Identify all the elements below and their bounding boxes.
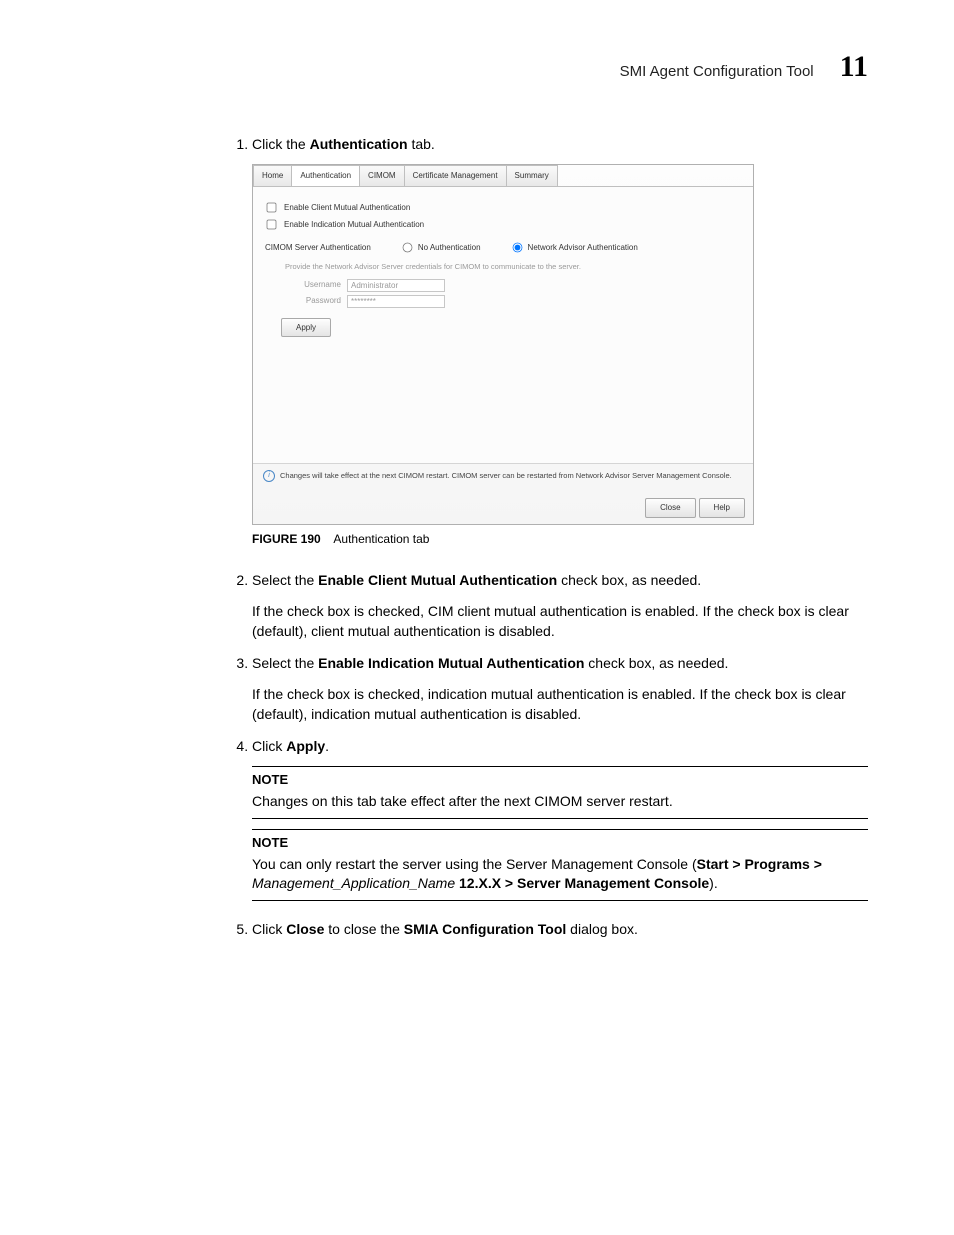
tab-cert-management[interactable]: Certificate Management (404, 165, 507, 186)
apply-button[interactable]: Apply (281, 318, 331, 338)
note-2-body: You can only restart the server using th… (252, 855, 868, 894)
note2-d: 12.X.X > Server Management Console (455, 875, 709, 891)
header-page-number: 11 (840, 50, 868, 84)
step5-pre: Click (252, 921, 286, 937)
step5-b2: SMIA Configuration Tool (404, 921, 567, 937)
chk1-label: Enable Client Mutual Authentication (284, 202, 410, 214)
enable-indication-mutual-auth-checkbox[interactable] (267, 220, 277, 230)
close-button[interactable]: Close (645, 498, 695, 518)
username-label: Username (285, 279, 341, 291)
chk2-label: Enable Indication Mutual Authentication (284, 219, 424, 231)
enable-client-mutual-auth-checkbox[interactable] (267, 203, 277, 213)
no-auth-radio[interactable] (402, 243, 412, 253)
shot-footer-note: i Changes will take effect at the next C… (253, 463, 753, 488)
note2-e: ). (709, 875, 718, 891)
step1-pre: Click the (252, 136, 310, 152)
tab-cimom[interactable]: CIMOM (359, 165, 405, 186)
shot-tabstrip: Home Authentication CIMOM Certificate Ma… (253, 165, 753, 187)
network-advisor-auth-radio[interactable] (512, 243, 522, 253)
password-input[interactable] (347, 295, 445, 308)
tab-home[interactable]: Home (253, 165, 292, 186)
network-advisor-auth-radio-label[interactable]: Network Advisor Authentication (511, 241, 638, 254)
step1-post: tab. (408, 136, 435, 152)
cimom-auth-label: CIMOM Server Authentication (265, 242, 371, 254)
step4-pre: Click (252, 738, 286, 754)
network-advisor-auth-text: Network Advisor Authentication (528, 242, 638, 254)
note-2: NOTE You can only restart the server usi… (252, 829, 868, 901)
content-area: Click the Authentication tab. Home Authe… (226, 134, 868, 939)
note-1-head: NOTE (252, 771, 868, 790)
step3-body: If the check box is checked, indication … (252, 684, 868, 725)
step-1: Click the Authentication tab. Home Authe… (252, 134, 868, 548)
username-input[interactable] (347, 279, 445, 292)
authentication-tab-screenshot: Home Authentication CIMOM Certificate Ma… (252, 164, 754, 525)
step4-bold: Apply (286, 738, 325, 754)
step-3: Select the Enable Indication Mutual Auth… (252, 653, 868, 724)
shot-footer-text: Changes will take effect at the next CIM… (280, 471, 732, 482)
note-2-head: NOTE (252, 834, 868, 853)
step3-bold: Enable Indication Mutual Authentication (318, 655, 584, 671)
step4-post: . (325, 738, 329, 754)
no-auth-radio-label[interactable]: No Authentication (401, 241, 481, 254)
page: SMI Agent Configuration Tool 11 Click th… (0, 0, 954, 1235)
credentials-hint: Provide the Network Advisor Server crede… (285, 262, 625, 273)
step5-b1: Close (286, 921, 324, 937)
running-header: SMI Agent Configuration Tool 11 (86, 50, 868, 84)
step3-post: check box, as needed. (584, 655, 728, 671)
help-button[interactable]: Help (699, 498, 745, 518)
note2-b: Start > Programs > (697, 856, 822, 872)
note2-c: Management_Application_Name (252, 875, 455, 891)
step-4: Click Apply. NOTE Changes on this tab ta… (252, 736, 868, 901)
step2-post: check box, as needed. (557, 572, 701, 588)
password-label: Password (285, 295, 341, 307)
note-1-body: Changes on this tab take effect after th… (252, 792, 868, 812)
header-title: SMI Agent Configuration Tool (620, 63, 814, 80)
tab-summary[interactable]: Summary (506, 165, 558, 186)
credentials-block: Provide the Network Advisor Server crede… (285, 262, 625, 308)
step5-mid: to close the (324, 921, 403, 937)
step2-pre: Select the (252, 572, 318, 588)
info-icon: i (263, 470, 275, 482)
step-2: Select the Enable Client Mutual Authenti… (252, 570, 868, 641)
step-5: Click Close to close the SMIA Configurat… (252, 919, 868, 939)
no-auth-text: No Authentication (418, 242, 481, 254)
tab-authentication[interactable]: Authentication (291, 165, 360, 186)
figure-label: FIGURE 190 (252, 532, 321, 546)
step-list: Click the Authentication tab. Home Authe… (226, 134, 868, 939)
step1-bold: Authentication (310, 136, 408, 152)
note2-a: You can only restart the server using th… (252, 856, 697, 872)
step5-post: dialog box. (566, 921, 638, 937)
figure-caption: FIGURE 190 Authentication tab (252, 531, 868, 548)
step2-bold: Enable Client Mutual Authentication (318, 572, 557, 588)
step2-body: If the check box is checked, CIM client … (252, 601, 868, 642)
shot-body: Enable Client Mutual Authentication Enab… (253, 187, 753, 463)
note-1: NOTE Changes on this tab take effect aft… (252, 766, 868, 818)
figure-text: Authentication tab (333, 532, 429, 546)
step3-pre: Select the (252, 655, 318, 671)
